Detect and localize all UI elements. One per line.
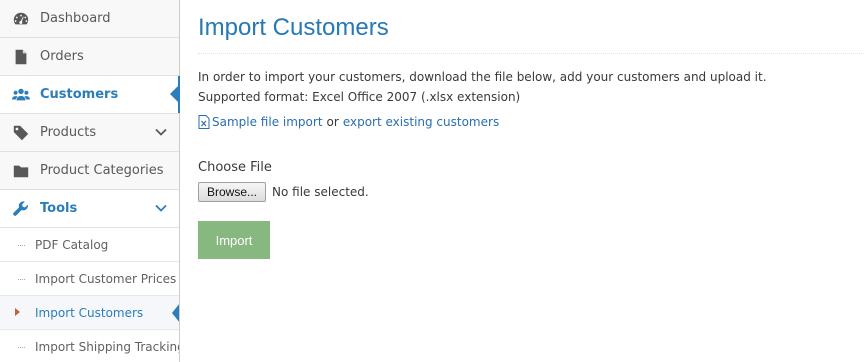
sidebar-item-label: Orders <box>40 49 84 64</box>
sidebar-item-customers[interactable]: Customers <box>0 76 180 114</box>
browse-button[interactable]: Browse... <box>198 182 267 202</box>
chevron-down-icon[interactable] <box>154 201 168 215</box>
submenu-item-label: Import Customer Prices <box>35 271 177 286</box>
import-button[interactable]: Import <box>198 221 270 259</box>
sidebar-item-dashboard[interactable]: Dashboard <box>0 0 179 38</box>
or-text: or <box>326 115 339 129</box>
title-divider <box>198 53 864 54</box>
chevron-down-icon[interactable] <box>154 125 168 139</box>
folder-icon <box>11 161 31 181</box>
sidebar-item-label: Dashboard <box>40 11 111 26</box>
submenu-item-label: Import Customers <box>35 305 144 320</box>
excel-file-icon <box>198 115 210 129</box>
file-status-text: No file selected. <box>272 185 369 199</box>
file-input: Browse... No file selected. <box>198 182 369 202</box>
sidebar-item-products[interactable]: Products <box>0 114 179 152</box>
submenu-item-label: Import Shipping Tracking <box>35 339 179 354</box>
submenu-item-pdf-catalog[interactable]: PDF Catalog <box>0 228 179 262</box>
export-existing-customers-link[interactable]: export existing customers <box>343 113 499 131</box>
sample-file-import-link[interactable]: Sample file import <box>212 113 323 131</box>
sidebar-item-label: Products <box>40 125 97 140</box>
sidebar-item-product-categories[interactable]: Product Categories <box>0 152 179 190</box>
sidebar-item-orders[interactable]: Orders <box>0 38 179 76</box>
dashboard-icon <box>11 9 31 29</box>
supported-format-line: Supported format: Excel Office 2007 (.xl… <box>198 90 521 104</box>
submenu-item-import-customer-prices[interactable]: Import Customer Prices <box>0 262 179 296</box>
sidebar: Dashboard Orders Customers Products Prod… <box>0 0 180 362</box>
tools-submenu: PDF Catalog Import Customer Prices Impor… <box>0 228 179 362</box>
sidebar-item-label: Product Categories <box>40 163 164 178</box>
intro-line: In order to import your customers, downl… <box>198 70 767 84</box>
sidebar-item-tools[interactable]: Tools <box>0 190 179 228</box>
file-icon <box>11 47 31 67</box>
sidebar-item-label: Customers <box>40 87 119 102</box>
submenu-item-import-shipping-tracking[interactable]: Import Shipping Tracking <box>0 330 179 362</box>
caret-right-icon <box>15 308 20 316</box>
download-links: Sample file import or export existing cu… <box>198 113 499 131</box>
intro-text: In order to import your customers, downl… <box>198 67 767 107</box>
wrench-icon <box>11 199 31 219</box>
submenu-item-import-customers[interactable]: Import Customers <box>0 296 179 330</box>
page-title: Import Customers <box>198 14 389 41</box>
tag-icon <box>11 123 31 143</box>
users-icon <box>11 85 31 105</box>
submenu-item-label: PDF Catalog <box>35 237 109 252</box>
choose-file-label: Choose File <box>198 160 272 175</box>
sidebar-item-label: Tools <box>40 201 78 216</box>
main-content: Import Customers In order to import your… <box>198 0 865 362</box>
